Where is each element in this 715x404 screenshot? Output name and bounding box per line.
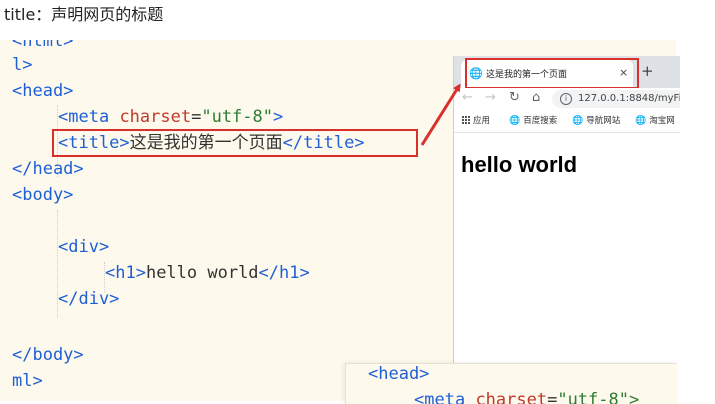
bookmark-label: 淘宝网 [649, 116, 675, 126]
code-line-body-open: <body> [12, 185, 74, 205]
bookmark-nav-sites[interactable]: 🌐 导航网站 [572, 115, 620, 127]
meta-equals: = [191, 107, 202, 127]
page-title: title：声明网页的标题 [4, 5, 164, 24]
code-line-div-close: </div> [58, 289, 120, 309]
bookmark-baidu[interactable]: 🌐 百度搜索 [509, 115, 557, 127]
bookmarks-bar: 应用 🌐 百度搜索 🌐 导航网站 🌐 淘宝网 [454, 110, 680, 133]
code-line-div-open: <div> [58, 237, 110, 257]
rendered-h1: hello world [461, 152, 578, 177]
back-arrow-icon[interactable]: ← [462, 91, 473, 105]
browser-toolbar: ← → ↻ ⌂ i 127.0.0.1:8848/myFir [454, 88, 680, 110]
title-code-highlight [52, 129, 418, 157]
bookmark-apps[interactable]: 应用 [462, 115, 490, 127]
overlay-meta-tag: <meta [414, 390, 466, 404]
code-line-h1: <h1>hello world</h1> [105, 260, 310, 286]
globe-icon: 🌐 [509, 116, 521, 126]
bookmark-label: 导航网站 [586, 116, 621, 126]
reload-icon[interactable]: ↻ [509, 91, 520, 105]
info-icon[interactable]: i [560, 93, 572, 105]
overlay-head-line: <head> [368, 364, 430, 387]
code-line-meta: <meta charset="utf-8"> [58, 104, 283, 130]
bookmark-label: 百度搜索 [523, 116, 558, 126]
overlay-head-tag: <head> [368, 364, 430, 384]
browser-window: 🌐 这是我的第一个页面 × + ← → ↻ ⌂ i 127.0.0.1:8848… [453, 56, 680, 366]
code-line-html-fragment: l> [12, 55, 33, 75]
head-open-tag: <head> [12, 81, 74, 101]
apps-grid-icon [462, 116, 470, 124]
meta-attr-name: charset [119, 107, 192, 127]
forward-arrow-icon[interactable]: → [485, 91, 496, 105]
meta-attr-value: "utf-8" [201, 107, 273, 127]
home-icon[interactable]: ⌂ [532, 91, 540, 105]
h1-text: hello world [145, 263, 259, 283]
address-bar[interactable]: i 127.0.0.1:8848/myFir [552, 90, 680, 108]
code-line-html-close: ml> [12, 371, 43, 391]
globe-icon: 🌐 [635, 116, 647, 126]
code-line-head-close: </head> [12, 159, 84, 179]
bookmark-taobao[interactable]: 🌐 淘宝网 [635, 115, 675, 127]
new-tab-button[interactable]: + [641, 63, 654, 79]
overlay-meta-eq: = [547, 390, 558, 404]
h1-close-tag: </h1> [258, 263, 310, 283]
overlay-meta-val: "utf-8"> [557, 390, 640, 404]
h1-open-tag: <h1> [105, 263, 146, 283]
url-text: 127.0.0.1:8848/myFir [578, 93, 680, 104]
globe-icon: 🌐 [572, 116, 584, 126]
bookmark-label: 应用 [473, 116, 491, 126]
meta-tag: <meta [58, 107, 110, 127]
code-line-body-close: </body> [12, 345, 84, 365]
overlay-meta-line: <meta charset="utf-8"> [414, 387, 639, 404]
code-line-head-open: <head> [12, 78, 73, 104]
meta-close-bracket: > [273, 107, 284, 127]
overlay-meta-attr: charset [475, 390, 548, 404]
code-snippet-overlay: <head> <meta charset="utf-8"> [345, 363, 677, 404]
tab-highlight [465, 58, 639, 89]
